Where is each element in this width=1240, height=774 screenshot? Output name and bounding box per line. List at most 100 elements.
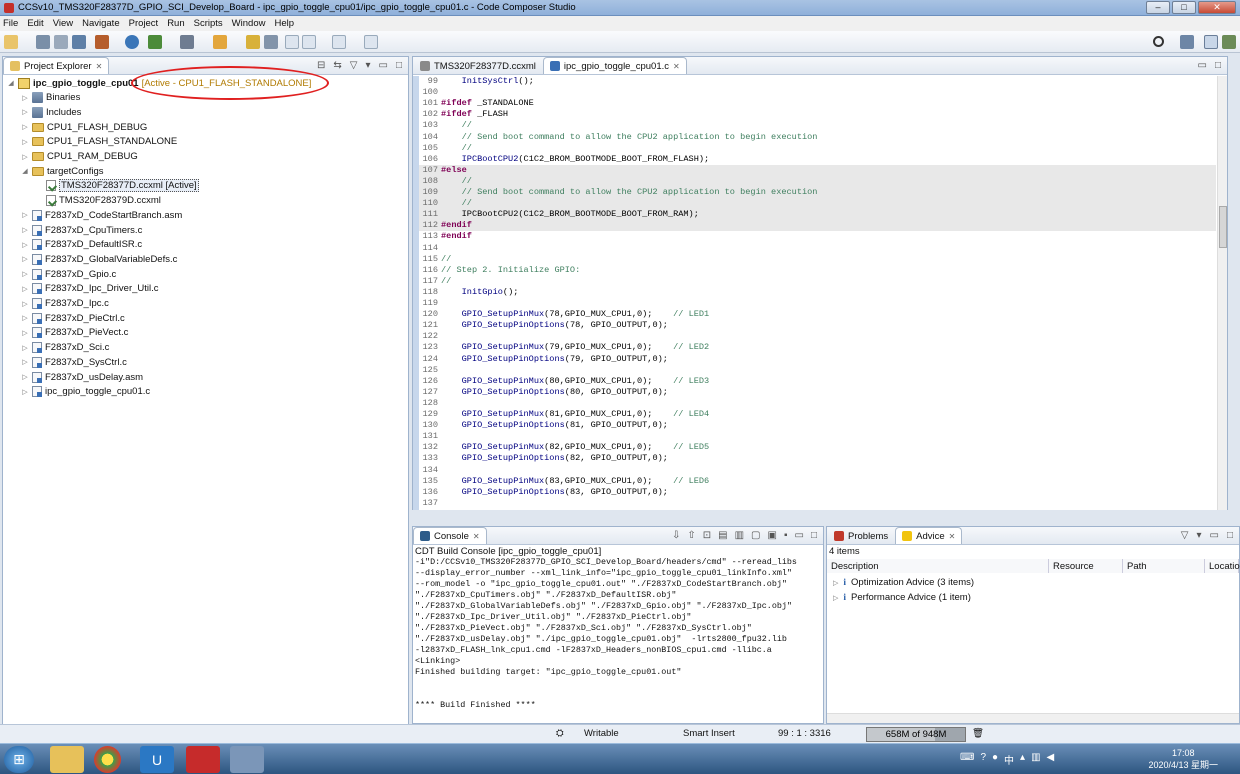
code-line[interactable]: 122	[419, 331, 1216, 342]
code-line[interactable]: 101 #ifdef _STANDALONE	[419, 98, 1216, 109]
display-console-icon[interactable]: ▣	[768, 530, 777, 541]
minimize-view-icon[interactable]: ▭	[795, 530, 804, 541]
expand-arrow-icon[interactable]: ▷	[21, 388, 29, 396]
ccs-edit-perspective-icon[interactable]	[1204, 35, 1218, 49]
language-icon[interactable]: 中	[1004, 752, 1014, 767]
minimize-button[interactable]: –	[1146, 1, 1170, 14]
view-menu-icon[interactable]: ▾	[365, 60, 370, 71]
tree-item[interactable]: ▷ Binaries	[21, 91, 80, 105]
show-on-output-icon[interactable]: ⇧	[687, 530, 695, 541]
code-line[interactable]: 131	[419, 431, 1216, 442]
expand-arrow-icon[interactable]: ▷	[21, 211, 29, 219]
tray-arrow-icon[interactable]: ▴	[1020, 752, 1025, 767]
build-icon[interactable]	[95, 35, 109, 49]
code-line[interactable]: 103 //	[419, 120, 1216, 131]
forward-icon[interactable]	[332, 35, 346, 49]
print-icon[interactable]	[72, 35, 86, 49]
code-line[interactable]: 134	[419, 465, 1216, 476]
menu-view[interactable]: View	[53, 18, 73, 29]
code-line[interactable]: 108 //	[419, 175, 1216, 187]
tab-editor-file[interactable]: TMS320F28377D.ccxml	[413, 57, 543, 74]
code-line[interactable]: 132 GPIO_SetupPinMux(82,GPIO_MUX_CPU1,0)…	[419, 442, 1216, 453]
scroll-lock-icon[interactable]: ⇩	[672, 530, 680, 541]
expand-arrow-icon[interactable]: ▷	[833, 579, 838, 587]
expanded-arrow-icon[interactable]: ◢	[7, 79, 15, 87]
code-line[interactable]: 128	[419, 398, 1216, 409]
help-icon[interactable]: ?	[980, 752, 986, 767]
menu-window[interactable]: Window	[232, 18, 266, 29]
open-type-icon[interactable]	[246, 35, 260, 49]
back-icon[interactable]	[302, 35, 316, 49]
expand-arrow-icon[interactable]: ◢	[21, 167, 29, 175]
expand-arrow-icon[interactable]: ▷	[21, 300, 29, 308]
pin-console-icon[interactable]: ▢	[751, 530, 760, 541]
column-header[interactable]: Locatio	[1205, 559, 1240, 573]
expand-arrow-icon[interactable]: ▷	[21, 226, 29, 234]
code-line[interactable]: 112 #endif	[419, 220, 1216, 232]
save-all-icon[interactable]	[54, 35, 68, 49]
code-line[interactable]: 102 #ifdef _FLASH	[419, 109, 1216, 120]
flash-icon[interactable]	[180, 35, 194, 49]
tree-item[interactable]: ▷ F2837xD_CpuTimers.c	[21, 223, 142, 237]
code-line[interactable]: 99 InitSysCtrl();	[419, 76, 1216, 87]
ccs-debug-perspective-icon[interactable]	[1222, 35, 1236, 49]
expand-arrow-icon[interactable]: ▷	[21, 373, 29, 381]
expand-arrow-icon[interactable]: ▷	[21, 314, 29, 322]
tree-item[interactable]: ▷ F2837xD_GlobalVariableDefs.c	[21, 252, 177, 266]
copy-icon[interactable]: ▥	[735, 530, 744, 541]
code-line[interactable]: 113 #endif	[419, 231, 1216, 242]
close-icon[interactable]: ✕	[96, 62, 103, 71]
editor-scrollbar[interactable]	[1217, 76, 1227, 510]
search-workspace-icon[interactable]	[125, 35, 139, 49]
code-line[interactable]: 125	[419, 365, 1216, 376]
open-perspective-icon[interactable]	[1180, 35, 1194, 49]
code-line[interactable]: 116// Step 2. Initialize GPIO:	[419, 265, 1216, 276]
expand-arrow-icon[interactable]: ▷	[21, 94, 29, 102]
tray-app-icon[interactable]: ●	[992, 752, 998, 767]
toggle-mark-icon[interactable]	[264, 35, 278, 49]
menu-edit[interactable]: Edit	[27, 18, 43, 29]
minimize-view-icon[interactable]: ▭	[1198, 60, 1207, 71]
code-line[interactable]: 135 GPIO_SetupPinMux(83,GPIO_MUX_CPU1,0)…	[419, 476, 1216, 487]
menu-file[interactable]: File	[3, 18, 18, 29]
tree-item[interactable]: ▷ F2837xD_PieCtrl.c	[21, 311, 125, 325]
code-line[interactable]: 123 GPIO_SetupPinMux(79,GPIO_MUX_CPU1,0)…	[419, 342, 1216, 353]
code-line[interactable]: 133 GPIO_SetupPinOptions(82, GPIO_OUTPUT…	[419, 453, 1216, 464]
clock[interactable]: 17:08 2020/4/13 星期一	[1148, 747, 1218, 771]
chrome-taskbar-icon[interactable]	[94, 746, 121, 773]
network-icon[interactable]: ▥	[1031, 752, 1040, 767]
tab-advice[interactable]: Advice ✕	[895, 527, 963, 544]
prev-annotation-icon[interactable]	[285, 35, 299, 49]
code-line[interactable]: 119	[419, 298, 1216, 309]
start-button[interactable]: ⊞	[4, 746, 34, 773]
code-line[interactable]: 115//	[419, 254, 1216, 265]
tree-item[interactable]: TMS320F28377D.ccxml [Active]	[35, 179, 199, 193]
code-line[interactable]: 100	[419, 87, 1216, 98]
tree-item[interactable]: ▷ F2837xD_Sci.c	[21, 341, 109, 355]
column-header[interactable]: Description	[827, 559, 1049, 573]
keyboard-icon[interactable]: ⌨	[960, 752, 974, 767]
code-line[interactable]: 118 InitGpio();	[419, 287, 1216, 298]
code-line[interactable]: 107 #else	[419, 164, 1216, 176]
view-menu-icon[interactable]: ▾	[1196, 530, 1201, 541]
close-icon[interactable]: ✕	[949, 532, 956, 541]
expand-arrow-icon[interactable]: ▷	[21, 255, 29, 263]
pin-editor-icon[interactable]	[364, 35, 378, 49]
advice-row[interactable]: ▷ i Optimization Advice (3 items)	[833, 577, 974, 588]
expand-arrow-icon[interactable]: ▷	[21, 270, 29, 278]
code-line[interactable]: 127 GPIO_SetupPinOptions(80, GPIO_OUTPUT…	[419, 387, 1216, 398]
filter-icon[interactable]: ▽	[1181, 530, 1189, 541]
code-line[interactable]: 117//	[419, 276, 1216, 287]
menu-run[interactable]: Run	[167, 18, 184, 29]
code-line[interactable]: 121 GPIO_SetupPinOptions(78, GPIO_OUTPUT…	[419, 320, 1216, 331]
tree-item[interactable]: ▷ F2837xD_PieVect.c	[21, 326, 128, 340]
debug-icon[interactable]	[148, 35, 162, 49]
tree-item[interactable]: ▷ F2837xD_DefaultISR.c	[21, 238, 142, 252]
tree-item[interactable]: ▷ Includes	[21, 105, 81, 119]
garbage-collect-icon[interactable]: 🗑	[972, 728, 984, 739]
console-output[interactable]: CDT Build Console [ipc_gpio_toggle_cpu01…	[413, 546, 813, 724]
expand-arrow-icon[interactable]: ▷	[21, 108, 29, 116]
expand-arrow-icon[interactable]: ▷	[21, 358, 29, 366]
tree-item[interactable]: TMS320F28379D.ccxml	[35, 194, 161, 208]
close-button[interactable]: ✕	[1198, 1, 1236, 14]
